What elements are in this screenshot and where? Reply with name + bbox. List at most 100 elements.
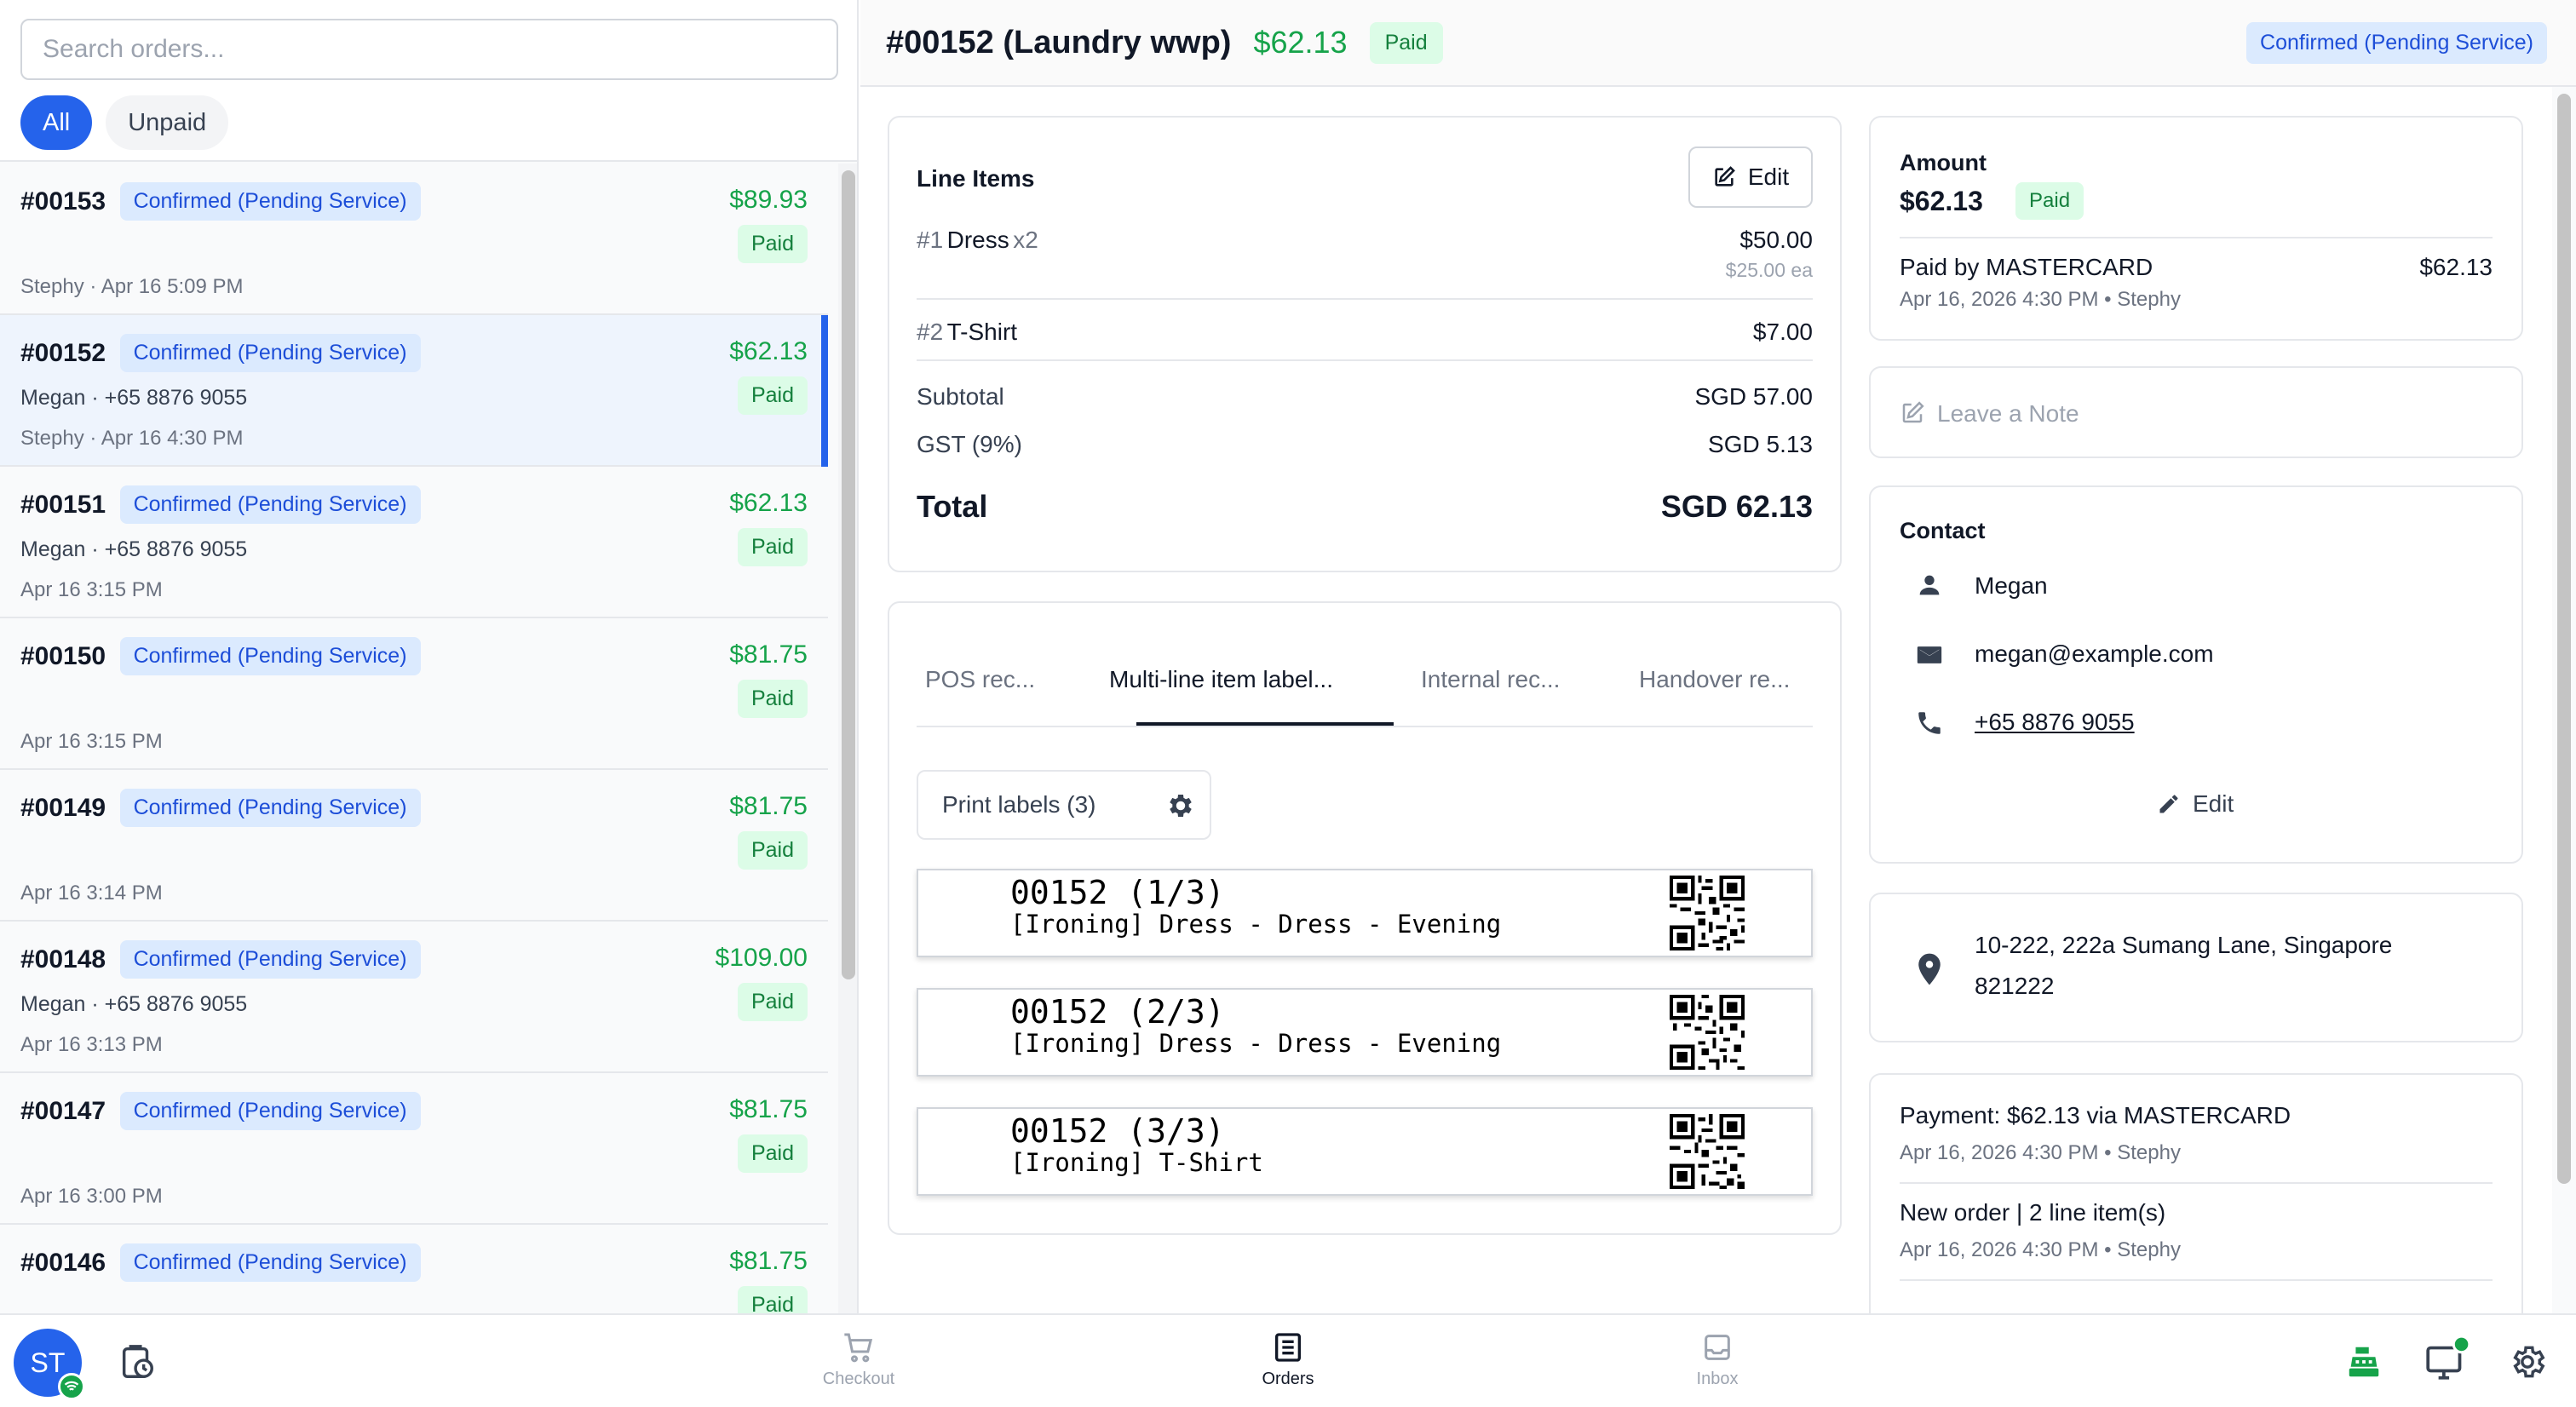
paid-badge: Paid — [737, 831, 808, 870]
edit-contact-button[interactable]: Edit — [2157, 790, 2234, 818]
status-badge: Confirmed (Pending Service) — [119, 789, 421, 827]
order-meta: Apr 16 3:15 PM — [20, 730, 163, 753]
order-row[interactable]: #00149 Confirmed (Pending Service) $81.7… — [0, 770, 828, 922]
subtotal-label: Subtotal — [917, 383, 1004, 410]
note-card[interactable]: Leave a Note — [1869, 366, 2523, 458]
payment-amount: $62.13 — [2419, 254, 2493, 280]
edit-line-items-button[interactable]: Edit — [1688, 146, 1813, 208]
bottom-nav-bar: ST Checkout Orders Inbox — [0, 1313, 2576, 1407]
qr-code-icon — [1670, 1114, 1745, 1189]
divider — [917, 298, 1813, 300]
nav-inbox[interactable]: Inbox — [1658, 1330, 1777, 1389]
line-item-unit-price: $25.00 ea — [1725, 259, 1813, 281]
paid-badge: Paid — [737, 1286, 808, 1313]
order-row[interactable]: #00150 Confirmed (Pending Service) $81.7… — [0, 618, 828, 770]
order-row[interactable]: #00147 Confirmed (Pending Service) $81.7… — [0, 1073, 828, 1225]
order-id: #00153 — [20, 187, 106, 215]
person-icon — [1919, 575, 1940, 595]
order-id: #00151 — [20, 490, 106, 519]
label-code: 00152 (2/3) — [1010, 993, 1225, 1031]
line-item-price: $50.00 — [1739, 227, 1813, 253]
address-card: 10-222, 222a Sumang Lane, Singapore 8212… — [1869, 893, 2523, 1042]
order-list-panel: All Unpaid #00153 Confirmed (Pending Ser… — [0, 0, 859, 1313]
nav-checkout[interactable]: Checkout — [799, 1330, 918, 1389]
nav-orders[interactable]: Orders — [1228, 1330, 1348, 1389]
detail-scrollbar[interactable] — [2552, 87, 2576, 1313]
label-code: 00152 (3/3) — [1010, 1112, 1225, 1150]
filter-all[interactable]: All — [20, 95, 93, 150]
order-meta: Apr 16 3:14 PM — [20, 882, 163, 904]
settings-gear-icon[interactable] — [2508, 1342, 2547, 1381]
status-badge: Confirmed (Pending Service) — [119, 182, 421, 221]
tab-pos-receipt[interactable]: POS rec... — [925, 666, 1035, 693]
status-badge: Confirmed (Pending Service) — [119, 485, 421, 524]
order-customer — [20, 841, 808, 870]
gear-icon[interactable] — [1165, 790, 1196, 821]
order-id: #00150 — [20, 641, 106, 670]
label-preview: 00152 (1/3) [Ironing] Dress - Dress - Ev… — [917, 869, 1813, 957]
order-list-scroll-thumb[interactable] — [842, 170, 855, 979]
edit-icon — [1715, 166, 1735, 187]
activity-text: Payment: $62.13 via MASTERCARD — [1900, 1102, 2291, 1128]
active-tab-indicator — [1136, 722, 1394, 726]
line-item-name: T-Shirt — [946, 319, 1018, 345]
nav-orders-label: Orders — [1262, 1370, 1314, 1388]
payment-method: Paid by MASTERCARD — [1900, 254, 2153, 280]
contact-phone[interactable]: +65 8876 9055 — [1975, 709, 2135, 736]
order-row[interactable]: #00151 Confirmed (Pending Service) $62.1… — [0, 467, 828, 618]
print-labels-label: Print labels (3) — [942, 791, 1096, 818]
edit-contact-label: Edit — [2193, 790, 2234, 817]
filter-unpaid[interactable]: Unpaid — [106, 95, 229, 150]
page-title: #00152 (Laundry wwp) — [886, 24, 1232, 60]
divider — [1900, 1182, 2493, 1184]
contact-title: Contact — [1900, 518, 1986, 543]
label-preview: 00152 (3/3) [Ironing] T-Shirt — [917, 1107, 1813, 1196]
detail-scroll-thumb[interactable] — [2557, 94, 2571, 1184]
customer-display-icon[interactable] — [2423, 1334, 2472, 1383]
line-item-name: Dress — [946, 227, 1009, 253]
address-line-2: 821222 — [1975, 973, 2055, 999]
print-labels-button[interactable]: Print labels (3) — [917, 770, 1211, 840]
order-row[interactable]: #00146 Confirmed (Pending Service) $81.7… — [0, 1225, 828, 1313]
note-placeholder: Leave a Note — [1937, 400, 2079, 427]
status-badge[interactable]: Confirmed (Pending Service) — [2246, 22, 2547, 64]
line-item-price: $7.00 — [1752, 319, 1813, 345]
order-meta: Stephy · Apr 16 5:09 PM — [20, 275, 244, 298]
paid-badge: Paid — [737, 1134, 808, 1173]
location-pin-icon — [1918, 953, 1941, 985]
tab-internal-receipt[interactable]: Internal rec... — [1421, 666, 1560, 693]
filter-tabs: All Unpaid — [20, 95, 837, 150]
order-row[interactable]: #00153 Confirmed (Pending Service) $89.9… — [0, 164, 828, 315]
order-list-scrollbar[interactable] — [838, 164, 857, 1313]
line-item[interactable]: #1 Dress x2 $50.00 $25.00 ea — [917, 227, 1813, 281]
line-item-number: #2 — [917, 319, 944, 345]
tab-multi-line-item-label[interactable]: Multi-line item label... — [1109, 666, 1333, 693]
order-customer — [20, 234, 808, 263]
status-badge: Confirmed (Pending Service) — [119, 334, 421, 372]
order-id: #00149 — [20, 793, 106, 822]
order-amount: $81.75 — [729, 792, 808, 820]
line-item[interactable]: #2 T-Shirt $7.00 — [917, 319, 1813, 353]
order-customer — [20, 689, 808, 718]
paid-badge: Paid — [737, 680, 808, 718]
contact-email[interactable]: megan@example.com — [1975, 640, 2214, 668]
paid-badge: Paid — [1369, 21, 1443, 64]
label-preview: 00152 (2/3) [Ironing] Dress - Dress - Ev… — [917, 988, 1813, 1077]
status-badge: Confirmed (Pending Service) — [119, 940, 421, 979]
search-input[interactable] — [20, 19, 838, 80]
order-row-selected[interactable]: #00152 Confirmed (Pending Service) $62.1… — [0, 315, 828, 467]
qr-code-icon — [1670, 876, 1745, 950]
order-meta: Apr 16 3:13 PM — [20, 1033, 163, 1056]
order-row[interactable]: #00148 Confirmed (Pending Service) $109.… — [0, 922, 828, 1073]
pencil-icon — [2159, 795, 2178, 813]
activity-text: New order | 2 line item(s) — [1900, 1199, 2166, 1226]
nav-checkout-label: Checkout — [822, 1370, 895, 1388]
label-description: [Ironing] Dress - Dress - Evening — [1010, 1029, 1502, 1058]
status-badge: Confirmed (Pending Service) — [119, 1092, 421, 1130]
paid-badge: Paid — [737, 225, 808, 263]
cash-register-icon[interactable] — [2344, 1342, 2383, 1381]
clipboard-clock-icon[interactable] — [118, 1342, 157, 1381]
cart-icon — [844, 1333, 873, 1363]
avatar-initials: ST — [30, 1347, 66, 1378]
tab-handover-receipt[interactable]: Handover re... — [1639, 666, 1790, 693]
